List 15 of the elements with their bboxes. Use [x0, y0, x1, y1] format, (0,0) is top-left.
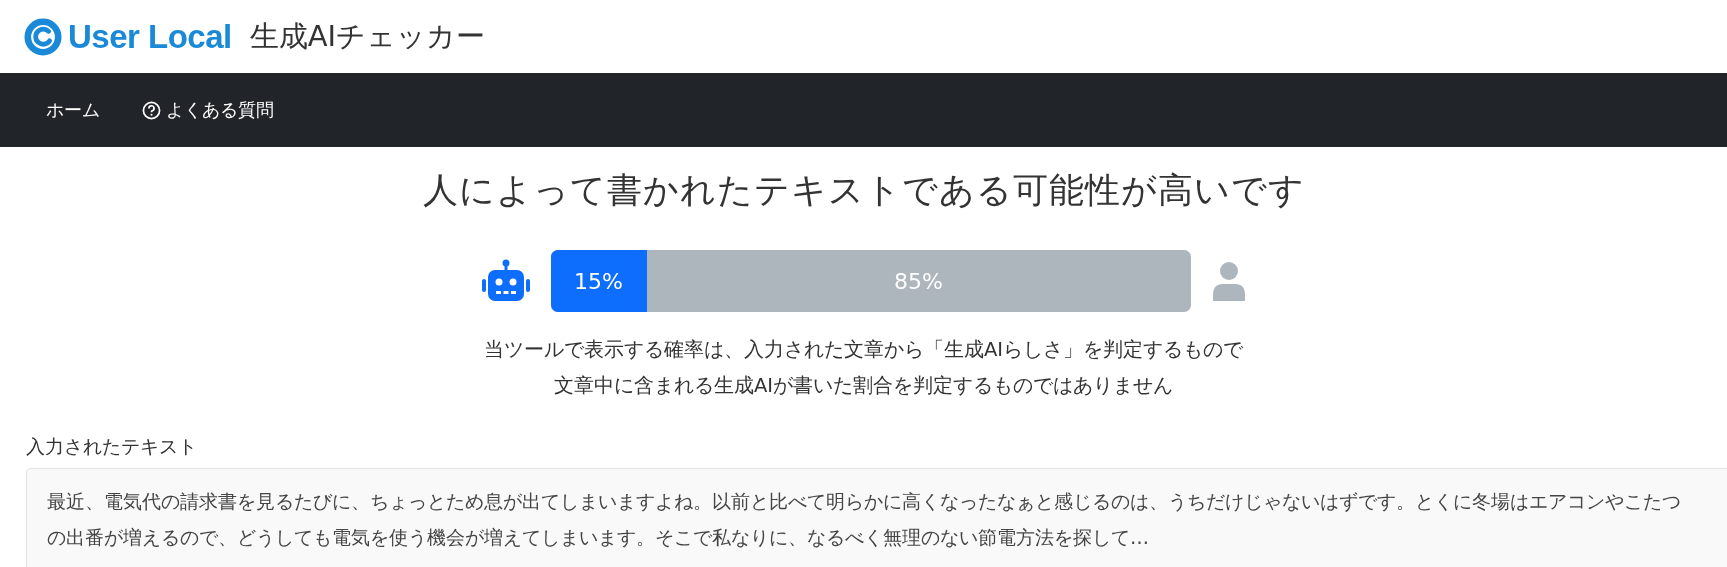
input-text: 最近、電気代の請求書を見るたびに、ちょっとため息が出てしまいますよね。以前と比べて明らかに高くなったなぁと感じるのは、うちだけじゃないはずです。とくに冬場はエアコンやこたつの出番が増えるので、どうしても電気を使う機会が増えてしまいます。そこで私なりに、なるべく無理のない節電方法を探して… [47, 489, 1682, 550]
robot-icon [480, 259, 531, 303]
nav-link[interactable]: よくある質問 [142, 98, 274, 122]
human-percentage: 85% [894, 268, 943, 294]
result-heading: 人によって書かれたテキストである可能性が高いです [422, 169, 1305, 212]
product-title: 生成AIチェッカー [249, 17, 486, 55]
disclaimer-text: 文章中に含まれる生成AIが書いた割合を判定するものではありません [553, 373, 1174, 399]
ai-percentage: 15% [574, 268, 623, 294]
input-label: 入力されたテキスト [26, 434, 198, 459]
help-icon [142, 100, 161, 120]
logo-icon [24, 17, 62, 56]
nav-link[interactable]: ホーム [46, 98, 100, 122]
disclaimer-text: 当ツールで表示する確率は、入力された文章から「生成AIらしさ」を判定するもので [483, 337, 1244, 363]
brand-name: User Local [68, 17, 232, 56]
person-icon [1210, 261, 1247, 301]
